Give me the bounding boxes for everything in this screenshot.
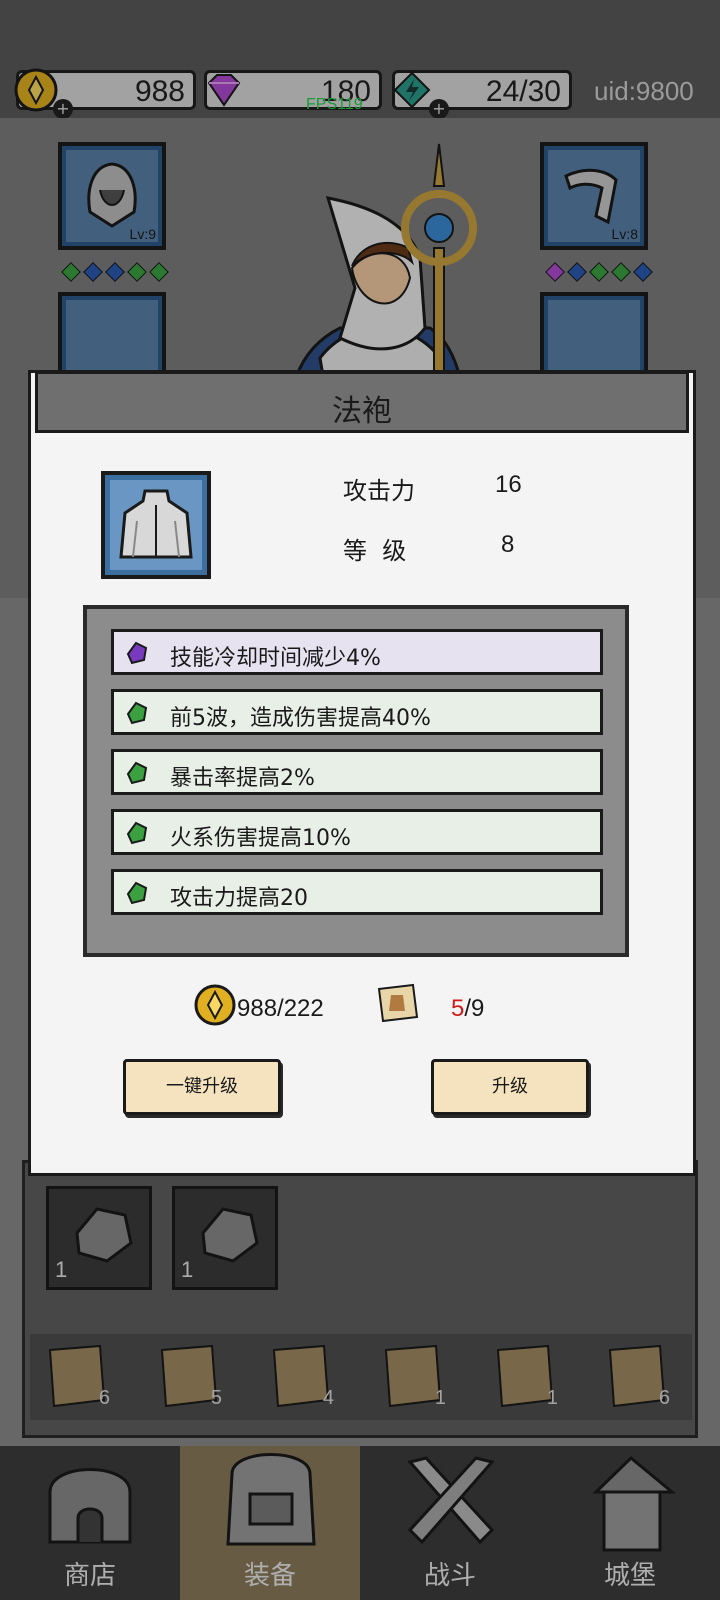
dialog-title: 法袍 — [332, 394, 392, 429]
green-gem-icon — [126, 821, 148, 845]
attribute-row: 攻击力提高20 — [111, 869, 603, 915]
robe-icon — [119, 489, 193, 559]
attribute-row: 暴击率提高2% — [111, 749, 603, 795]
upgrade-all-button[interactable]: 一键升级 — [123, 1059, 281, 1115]
scroll-icon — [377, 983, 419, 1023]
green-gem-icon — [126, 701, 148, 725]
attribute-text: 前5波，造成伤害提高40% — [170, 706, 431, 731]
attribute-row: 技能冷却时间减少4% — [111, 629, 603, 675]
upgrade-button[interactable]: 升级 — [431, 1059, 589, 1115]
green-gem-icon — [126, 881, 148, 905]
attribute-text: 火系伤害提高10% — [170, 826, 351, 851]
dialog-header: 法袍 — [35, 371, 689, 433]
attribute-row: 前5波，造成伤害提高40% — [111, 689, 603, 735]
attribute-text: 技能冷却时间减少4% — [170, 646, 381, 671]
level-value: 8 — [501, 531, 515, 558]
attack-label: 攻击力 — [343, 477, 415, 505]
green-gem-icon — [126, 761, 148, 785]
item-detail-dialog: 法袍 攻击力 16 等 级 8 技能冷却时间减少4% 前5波，造成伤害提高40% — [28, 370, 696, 1176]
level-label: 等 级 — [343, 537, 407, 565]
gold-cost: 988/222 — [237, 995, 324, 1022]
game-screen: + 988 180 + 24/30 uid:9800 FPS119 Lv:9 L… — [0, 0, 720, 1600]
attribute-list: 技能冷却时间减少4% 前5波，造成伤害提高40% 暴击率提高2% 火系伤害提高1… — [83, 605, 629, 957]
item-preview — [101, 471, 211, 579]
scroll-cost: 5/9 — [451, 995, 484, 1023]
scroll-have: 5 — [451, 995, 465, 1022]
scroll-need: /9 — [464, 995, 485, 1022]
purple-gem-icon — [126, 641, 148, 665]
attack-value: 16 — [495, 471, 522, 498]
gold-coin-icon — [194, 984, 236, 1026]
attribute-text: 暴击率提高2% — [170, 766, 315, 791]
attribute-row: 火系伤害提高10% — [111, 809, 603, 855]
attribute-text: 攻击力提高20 — [170, 886, 308, 911]
